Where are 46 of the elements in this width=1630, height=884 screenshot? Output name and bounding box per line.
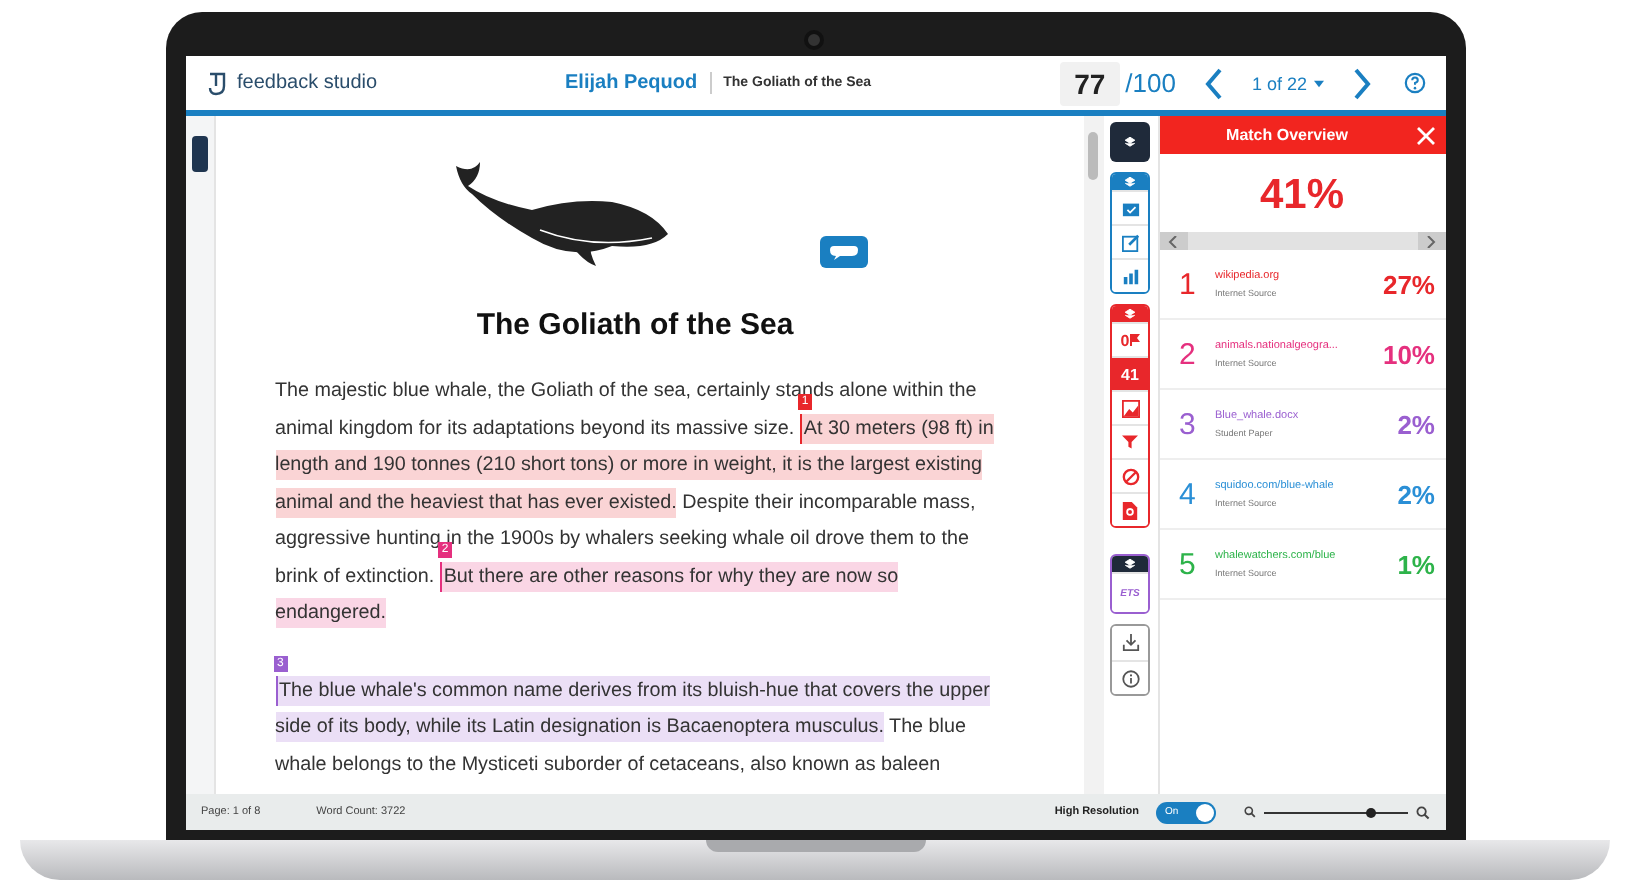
chevron-right-icon[interactable]: [1351, 67, 1371, 99]
zoom-icon[interactable]: [1415, 805, 1429, 819]
close-icon[interactable]: [1415, 125, 1435, 145]
match-percentage: 1%: [1397, 549, 1435, 579]
overall-percentage: 41%: [1257, 170, 1347, 222]
student-name: Elijah Pequod: [565, 72, 712, 94]
document-title: The Goliath of the Sea: [474, 308, 796, 342]
match-percentage: 2%: [1397, 479, 1435, 509]
match-number: 2: [1179, 337, 1198, 371]
layers-icon: [1124, 558, 1136, 570]
match-percentage: 2%: [1397, 409, 1435, 439]
zoom-icon[interactable]: [1243, 806, 1255, 818]
grid-icon[interactable]: [1112, 258, 1148, 292]
app-name: feedback studio: [237, 72, 378, 94]
paper-pager[interactable]: 1 of 22: [1251, 73, 1323, 93]
match-percentage: 10%: [1382, 339, 1435, 369]
match-count-button[interactable]: 41: [1112, 356, 1148, 390]
side-tab[interactable]: [191, 136, 207, 172]
flag-icon: [1129, 334, 1140, 346]
match-number: 1: [1179, 267, 1198, 301]
chevron-left-icon[interactable]: [1203, 67, 1224, 99]
image-icon[interactable]: [1112, 390, 1148, 424]
score-max: /100: [1125, 68, 1176, 98]
layers-icon: [1124, 136, 1136, 148]
zoom-slider-thumb[interactable]: [1366, 807, 1376, 817]
document-search-icon[interactable]: [1112, 492, 1148, 526]
edit-icon[interactable]: [1112, 224, 1148, 258]
info-icon[interactable]: [1112, 660, 1148, 694]
logo-icon: [205, 69, 229, 97]
comment-icon[interactable]: [819, 236, 867, 268]
caret-icon: [1313, 79, 1323, 87]
layers-button[interactable]: [1110, 122, 1150, 162]
scrollbar-thumb[interactable]: [1088, 132, 1098, 180]
camera-icon: [803, 30, 823, 50]
match-number: 3: [1179, 407, 1198, 441]
panel-title: Match Overview: [1224, 126, 1350, 144]
layers-icon: [1124, 308, 1136, 320]
help-icon[interactable]: [1403, 72, 1425, 94]
match-number: 5: [1179, 547, 1198, 581]
score-field[interactable]: 77: [1060, 61, 1120, 105]
match-percentage: 27%: [1382, 269, 1435, 299]
match-number: 4: [1179, 477, 1198, 511]
block-icon[interactable]: [1112, 458, 1148, 492]
scroll-left-icon[interactable]: [1159, 232, 1187, 250]
scroll-right-icon[interactable]: [1417, 232, 1445, 250]
layers-icon: [1124, 176, 1136, 188]
